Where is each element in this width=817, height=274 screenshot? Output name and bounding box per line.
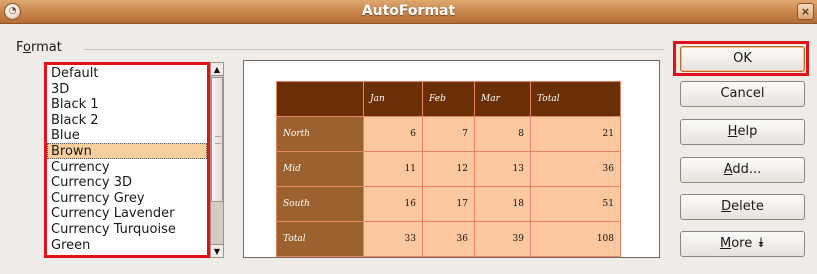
mnemonic-letter: A [723, 162, 733, 177]
preview-column-header: Feb [422, 81, 475, 117]
format-label-text: Format [16, 40, 62, 55]
arrow-up-icon: ▲ [213, 65, 221, 74]
scroll-up-button[interactable]: ▲ [211, 63, 223, 76]
preview-cell: 21 [530, 116, 621, 152]
cancel-button[interactable]: Cancel [680, 81, 805, 107]
format-list-item[interactable]: Currency 3D [47, 174, 207, 190]
format-preview: Jan Feb Mar Total North 6 7 8 21 Mid 11 12 13 36 South… [243, 60, 660, 258]
preview-cell: 13 [474, 151, 531, 187]
preview-cell: 36 [530, 151, 621, 187]
delete-button[interactable]: Delete [680, 194, 805, 220]
double-chevron-down-icon: ⯯ [757, 236, 766, 251]
mnemonic-letter: M [719, 236, 732, 251]
preview-cell: 36 [422, 221, 475, 257]
preview-table: Jan Feb Mar Total North 6 7 8 21 Mid 11 12 13 36 South… [276, 81, 621, 257]
preview-row-header: Total [276, 221, 364, 257]
format-list-item[interactable]: Default [47, 65, 207, 81]
preview-cell: 51 [530, 186, 621, 222]
mnemonic-letter: H [727, 124, 738, 139]
format-list-item[interactable]: 3D [47, 81, 207, 97]
title-bar[interactable]: ◔ AutoFormat × [0, 0, 817, 24]
preview-column-header: Total [530, 81, 621, 117]
preview-row-header: South [276, 186, 364, 222]
arrow-down-icon: ▼ [213, 247, 221, 256]
more-button[interactable]: More ⯯ [680, 231, 805, 257]
preview-row-header: North [276, 116, 364, 152]
format-list-item[interactable]: Currency Turquoise [47, 221, 207, 237]
preview-cell: 18 [474, 186, 531, 222]
preview-row-header: Mid [276, 151, 364, 187]
format-list-item[interactable]: Black 1 [47, 96, 207, 112]
preview-cell: 11 [363, 151, 423, 187]
preview-cell: 12 [422, 151, 475, 187]
ok-button[interactable]: OK [680, 46, 805, 72]
preview-cell: 16 [363, 186, 423, 222]
preview-cell: 108 [530, 221, 621, 257]
format-group-label: Format [16, 40, 66, 55]
format-list-item[interactable]: Blue [47, 127, 207, 143]
preview-row: North 6 7 8 21 [276, 116, 621, 152]
preview-corner-cell [276, 81, 364, 117]
format-list-scrollbar[interactable]: ▲ ▼ [210, 62, 224, 258]
format-list-item[interactable]: Currency Grey [47, 190, 207, 206]
preview-row: Mid 11 12 13 36 [276, 151, 621, 187]
preview-header-row: Jan Feb Mar Total [276, 81, 621, 117]
preview-cell: 33 [363, 221, 423, 257]
format-list-item[interactable]: Black 2 [47, 112, 207, 128]
format-list-item[interactable]: Green [47, 237, 207, 253]
format-list-item[interactable]: Brown [47, 142, 207, 159]
mnemonic-letter: D [721, 199, 732, 214]
scroll-thumb[interactable] [211, 77, 223, 202]
format-listbox[interactable]: Default 3D Black 1 Black 2 Blue Brown Currency… [44, 62, 210, 258]
preview-cell: 39 [474, 221, 531, 257]
preview-column-header: Mar [474, 81, 531, 117]
help-button[interactable]: Help [680, 119, 805, 145]
preview-column-header: Jan [363, 81, 423, 117]
preview-row: South 16 17 18 51 [276, 186, 621, 222]
scroll-grip [215, 136, 221, 144]
preview-row: Total 33 36 39 108 [276, 221, 621, 257]
format-list-item[interactable]: Currency [47, 159, 207, 175]
close-icon: × [800, 5, 811, 18]
add-button[interactable]: Add... [680, 157, 805, 183]
close-button[interactable]: × [797, 3, 814, 20]
scroll-down-button[interactable]: ▼ [211, 244, 223, 257]
preview-cell: 6 [363, 116, 423, 152]
preview-cell: 17 [422, 186, 475, 222]
dialog-title: AutoFormat [361, 3, 456, 19]
format-list-item[interactable]: Currency Lavender [47, 205, 207, 221]
preview-cell: 8 [474, 116, 531, 152]
preview-cell: 7 [422, 116, 475, 152]
group-divider [84, 49, 664, 50]
